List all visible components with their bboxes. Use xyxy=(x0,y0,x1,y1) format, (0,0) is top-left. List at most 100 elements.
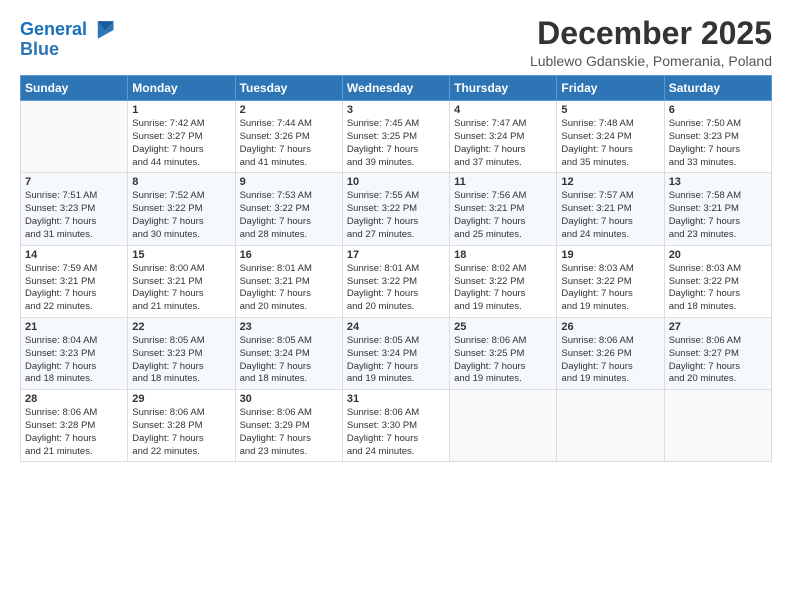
header: General Blue December 2025 Lublewo Gdans… xyxy=(20,16,772,69)
day-info: Sunrise: 8:00 AM Sunset: 3:21 PM Dayligh… xyxy=(132,263,230,314)
day-number: 14 xyxy=(25,249,123,261)
calendar-cell: 23Sunrise: 8:05 AM Sunset: 3:24 PM Dayli… xyxy=(235,317,342,389)
day-info: Sunrise: 7:58 AM Sunset: 3:21 PM Dayligh… xyxy=(669,190,767,241)
day-info: Sunrise: 7:42 AM Sunset: 3:27 PM Dayligh… xyxy=(132,118,230,169)
calendar-cell: 19 Sunrise: 8:03 AM Sunset: 3:22 PM Dayli… xyxy=(557,245,664,317)
day-number: 22 xyxy=(132,321,230,333)
calendar-cell: 14Sunrise: 7:59 AM Sunset: 3:21 PM Dayli… xyxy=(21,245,128,317)
calendar-cell: 10 Sunrise: 7:55 AM Sunset: 3:22 PM Dayli… xyxy=(342,173,449,245)
page: General Blue December 2025 Lublewo Gdans… xyxy=(0,0,792,612)
day-number: 11 xyxy=(454,176,552,188)
day-info: Sunrise: 7:50 AM Sunset: 3:23 PM Dayligh… xyxy=(669,118,767,169)
calendar-header-friday: Friday xyxy=(557,76,664,101)
day-number: 26 xyxy=(561,321,659,333)
day-number: 2 xyxy=(240,104,338,116)
day-number: 17 xyxy=(347,249,445,261)
calendar-cell: 30 Sunrise: 8:06 AM Sunset: 3:29 PM Dayli… xyxy=(235,390,342,462)
day-number: 25 xyxy=(454,321,552,333)
calendar-cell: 17 Sunrise: 8:01 AM Sunset: 3:22 PM Dayli… xyxy=(342,245,449,317)
day-info: Sunrise: 8:03 AM Sunset: 3:22 PM Dayligh… xyxy=(561,263,659,314)
day-info: Sunrise: 7:55 AM Sunset: 3:22 PM Dayligh… xyxy=(347,190,445,241)
day-number: 30 xyxy=(240,393,338,405)
day-info: Sunrise: 8:06 AM Sunset: 3:28 PM Dayligh… xyxy=(132,407,230,458)
day-info: Sunrise: 7:57 AM Sunset: 3:21 PM Dayligh… xyxy=(561,190,659,241)
day-number: 28 xyxy=(25,393,123,405)
calendar-cell: 6Sunrise: 7:50 AM Sunset: 3:23 PM Daylig… xyxy=(664,101,771,173)
calendar-cell: 28 Sunrise: 8:06 AM Sunset: 3:28 PM Dayli… xyxy=(21,390,128,462)
day-number: 1 xyxy=(132,104,230,116)
day-info: Sunrise: 8:06 AM Sunset: 3:27 PM Dayligh… xyxy=(669,335,767,386)
calendar-week-row: 14Sunrise: 7:59 AM Sunset: 3:21 PM Dayli… xyxy=(21,245,772,317)
calendar-cell xyxy=(450,390,557,462)
calendar-cell: 22 Sunrise: 8:05 AM Sunset: 3:23 PM Dayli… xyxy=(128,317,235,389)
day-number: 7 xyxy=(25,176,123,188)
day-number: 31 xyxy=(347,393,445,405)
logo-text-blue: Blue xyxy=(20,40,59,60)
day-info: Sunrise: 8:06 AM Sunset: 3:28 PM Dayligh… xyxy=(25,407,123,458)
calendar-cell: 13 Sunrise: 7:58 AM Sunset: 3:21 PM Dayli… xyxy=(664,173,771,245)
day-number: 3 xyxy=(347,104,445,116)
day-number: 8 xyxy=(132,176,230,188)
day-info: Sunrise: 8:06 AM Sunset: 3:30 PM Dayligh… xyxy=(347,407,445,458)
calendar-cell: 9Sunrise: 7:53 AM Sunset: 3:22 PM Daylig… xyxy=(235,173,342,245)
calendar-header-wednesday: Wednesday xyxy=(342,76,449,101)
calendar-header-thursday: Thursday xyxy=(450,76,557,101)
calendar-cell: 27Sunrise: 8:06 AM Sunset: 3:27 PM Dayli… xyxy=(664,317,771,389)
calendar: SundayMondayTuesdayWednesdayThursdayFrid… xyxy=(20,75,772,462)
day-number: 24 xyxy=(347,321,445,333)
day-number: 12 xyxy=(561,176,659,188)
logo-text: General xyxy=(20,20,87,40)
day-number: 10 xyxy=(347,176,445,188)
calendar-cell: 2 Sunrise: 7:44 AM Sunset: 3:26 PM Daylig… xyxy=(235,101,342,173)
calendar-week-row: 1 Sunrise: 7:42 AM Sunset: 3:27 PM Daylig… xyxy=(21,101,772,173)
day-number: 20 xyxy=(669,249,767,261)
calendar-cell: 5 Sunrise: 7:48 AM Sunset: 3:24 PM Daylig… xyxy=(557,101,664,173)
day-info: Sunrise: 8:03 AM Sunset: 3:22 PM Dayligh… xyxy=(669,263,767,314)
calendar-header-monday: Monday xyxy=(128,76,235,101)
calendar-cell xyxy=(664,390,771,462)
calendar-cell: 20 Sunrise: 8:03 AM Sunset: 3:22 PM Dayli… xyxy=(664,245,771,317)
calendar-cell xyxy=(21,101,128,173)
day-number: 23 xyxy=(240,321,338,333)
day-number: 4 xyxy=(454,104,552,116)
day-info: Sunrise: 7:47 AM Sunset: 3:24 PM Dayligh… xyxy=(454,118,552,169)
calendar-cell: 25 Sunrise: 8:06 AM Sunset: 3:25 PM Dayli… xyxy=(450,317,557,389)
calendar-cell: 8Sunrise: 7:52 AM Sunset: 3:22 PM Daylig… xyxy=(128,173,235,245)
calendar-cell: 3Sunrise: 7:45 AM Sunset: 3:25 PM Daylig… xyxy=(342,101,449,173)
calendar-week-row: 28 Sunrise: 8:06 AM Sunset: 3:28 PM Dayli… xyxy=(21,390,772,462)
calendar-cell: 24 Sunrise: 8:05 AM Sunset: 3:24 PM Dayli… xyxy=(342,317,449,389)
calendar-header-row: SundayMondayTuesdayWednesdayThursdayFrid… xyxy=(21,76,772,101)
calendar-cell: 18Sunrise: 8:02 AM Sunset: 3:22 PM Dayli… xyxy=(450,245,557,317)
calendar-cell: 26 Sunrise: 8:06 AM Sunset: 3:26 PM Dayli… xyxy=(557,317,664,389)
calendar-cell xyxy=(557,390,664,462)
day-info: Sunrise: 8:05 AM Sunset: 3:24 PM Dayligh… xyxy=(347,335,445,386)
calendar-cell: 7Sunrise: 7:51 AM Sunset: 3:23 PM Daylig… xyxy=(21,173,128,245)
day-info: Sunrise: 8:01 AM Sunset: 3:22 PM Dayligh… xyxy=(347,263,445,314)
day-number: 19 xyxy=(561,249,659,261)
day-number: 15 xyxy=(132,249,230,261)
day-info: Sunrise: 7:56 AM Sunset: 3:21 PM Dayligh… xyxy=(454,190,552,241)
calendar-cell: 12 Sunrise: 7:57 AM Sunset: 3:21 PM Dayli… xyxy=(557,173,664,245)
title-block: December 2025 Lublewo Gdanskie, Pomerani… xyxy=(530,16,772,69)
day-info: Sunrise: 7:44 AM Sunset: 3:26 PM Dayligh… xyxy=(240,118,338,169)
day-info: Sunrise: 8:06 AM Sunset: 3:26 PM Dayligh… xyxy=(561,335,659,386)
day-info: Sunrise: 7:48 AM Sunset: 3:24 PM Dayligh… xyxy=(561,118,659,169)
day-info: Sunrise: 8:06 AM Sunset: 3:25 PM Dayligh… xyxy=(454,335,552,386)
day-number: 13 xyxy=(669,176,767,188)
day-info: Sunrise: 8:06 AM Sunset: 3:29 PM Dayligh… xyxy=(240,407,338,458)
day-number: 5 xyxy=(561,104,659,116)
calendar-cell: 21Sunrise: 8:04 AM Sunset: 3:23 PM Dayli… xyxy=(21,317,128,389)
logo: General Blue xyxy=(20,16,117,60)
day-number: 29 xyxy=(132,393,230,405)
calendar-week-row: 21Sunrise: 8:04 AM Sunset: 3:23 PM Dayli… xyxy=(21,317,772,389)
day-info: Sunrise: 8:05 AM Sunset: 3:23 PM Dayligh… xyxy=(132,335,230,386)
calendar-cell: 31 Sunrise: 8:06 AM Sunset: 3:30 PM Dayli… xyxy=(342,390,449,462)
day-info: Sunrise: 7:53 AM Sunset: 3:22 PM Dayligh… xyxy=(240,190,338,241)
calendar-cell: 4 Sunrise: 7:47 AM Sunset: 3:24 PM Daylig… xyxy=(450,101,557,173)
day-info: Sunrise: 8:01 AM Sunset: 3:21 PM Dayligh… xyxy=(240,263,338,314)
location: Lublewo Gdanskie, Pomerania, Poland xyxy=(530,53,772,69)
day-number: 21 xyxy=(25,321,123,333)
calendar-cell: 1 Sunrise: 7:42 AM Sunset: 3:27 PM Daylig… xyxy=(128,101,235,173)
calendar-cell: 15 Sunrise: 8:00 AM Sunset: 3:21 PM Dayli… xyxy=(128,245,235,317)
calendar-cell: 16Sunrise: 8:01 AM Sunset: 3:21 PM Dayli… xyxy=(235,245,342,317)
